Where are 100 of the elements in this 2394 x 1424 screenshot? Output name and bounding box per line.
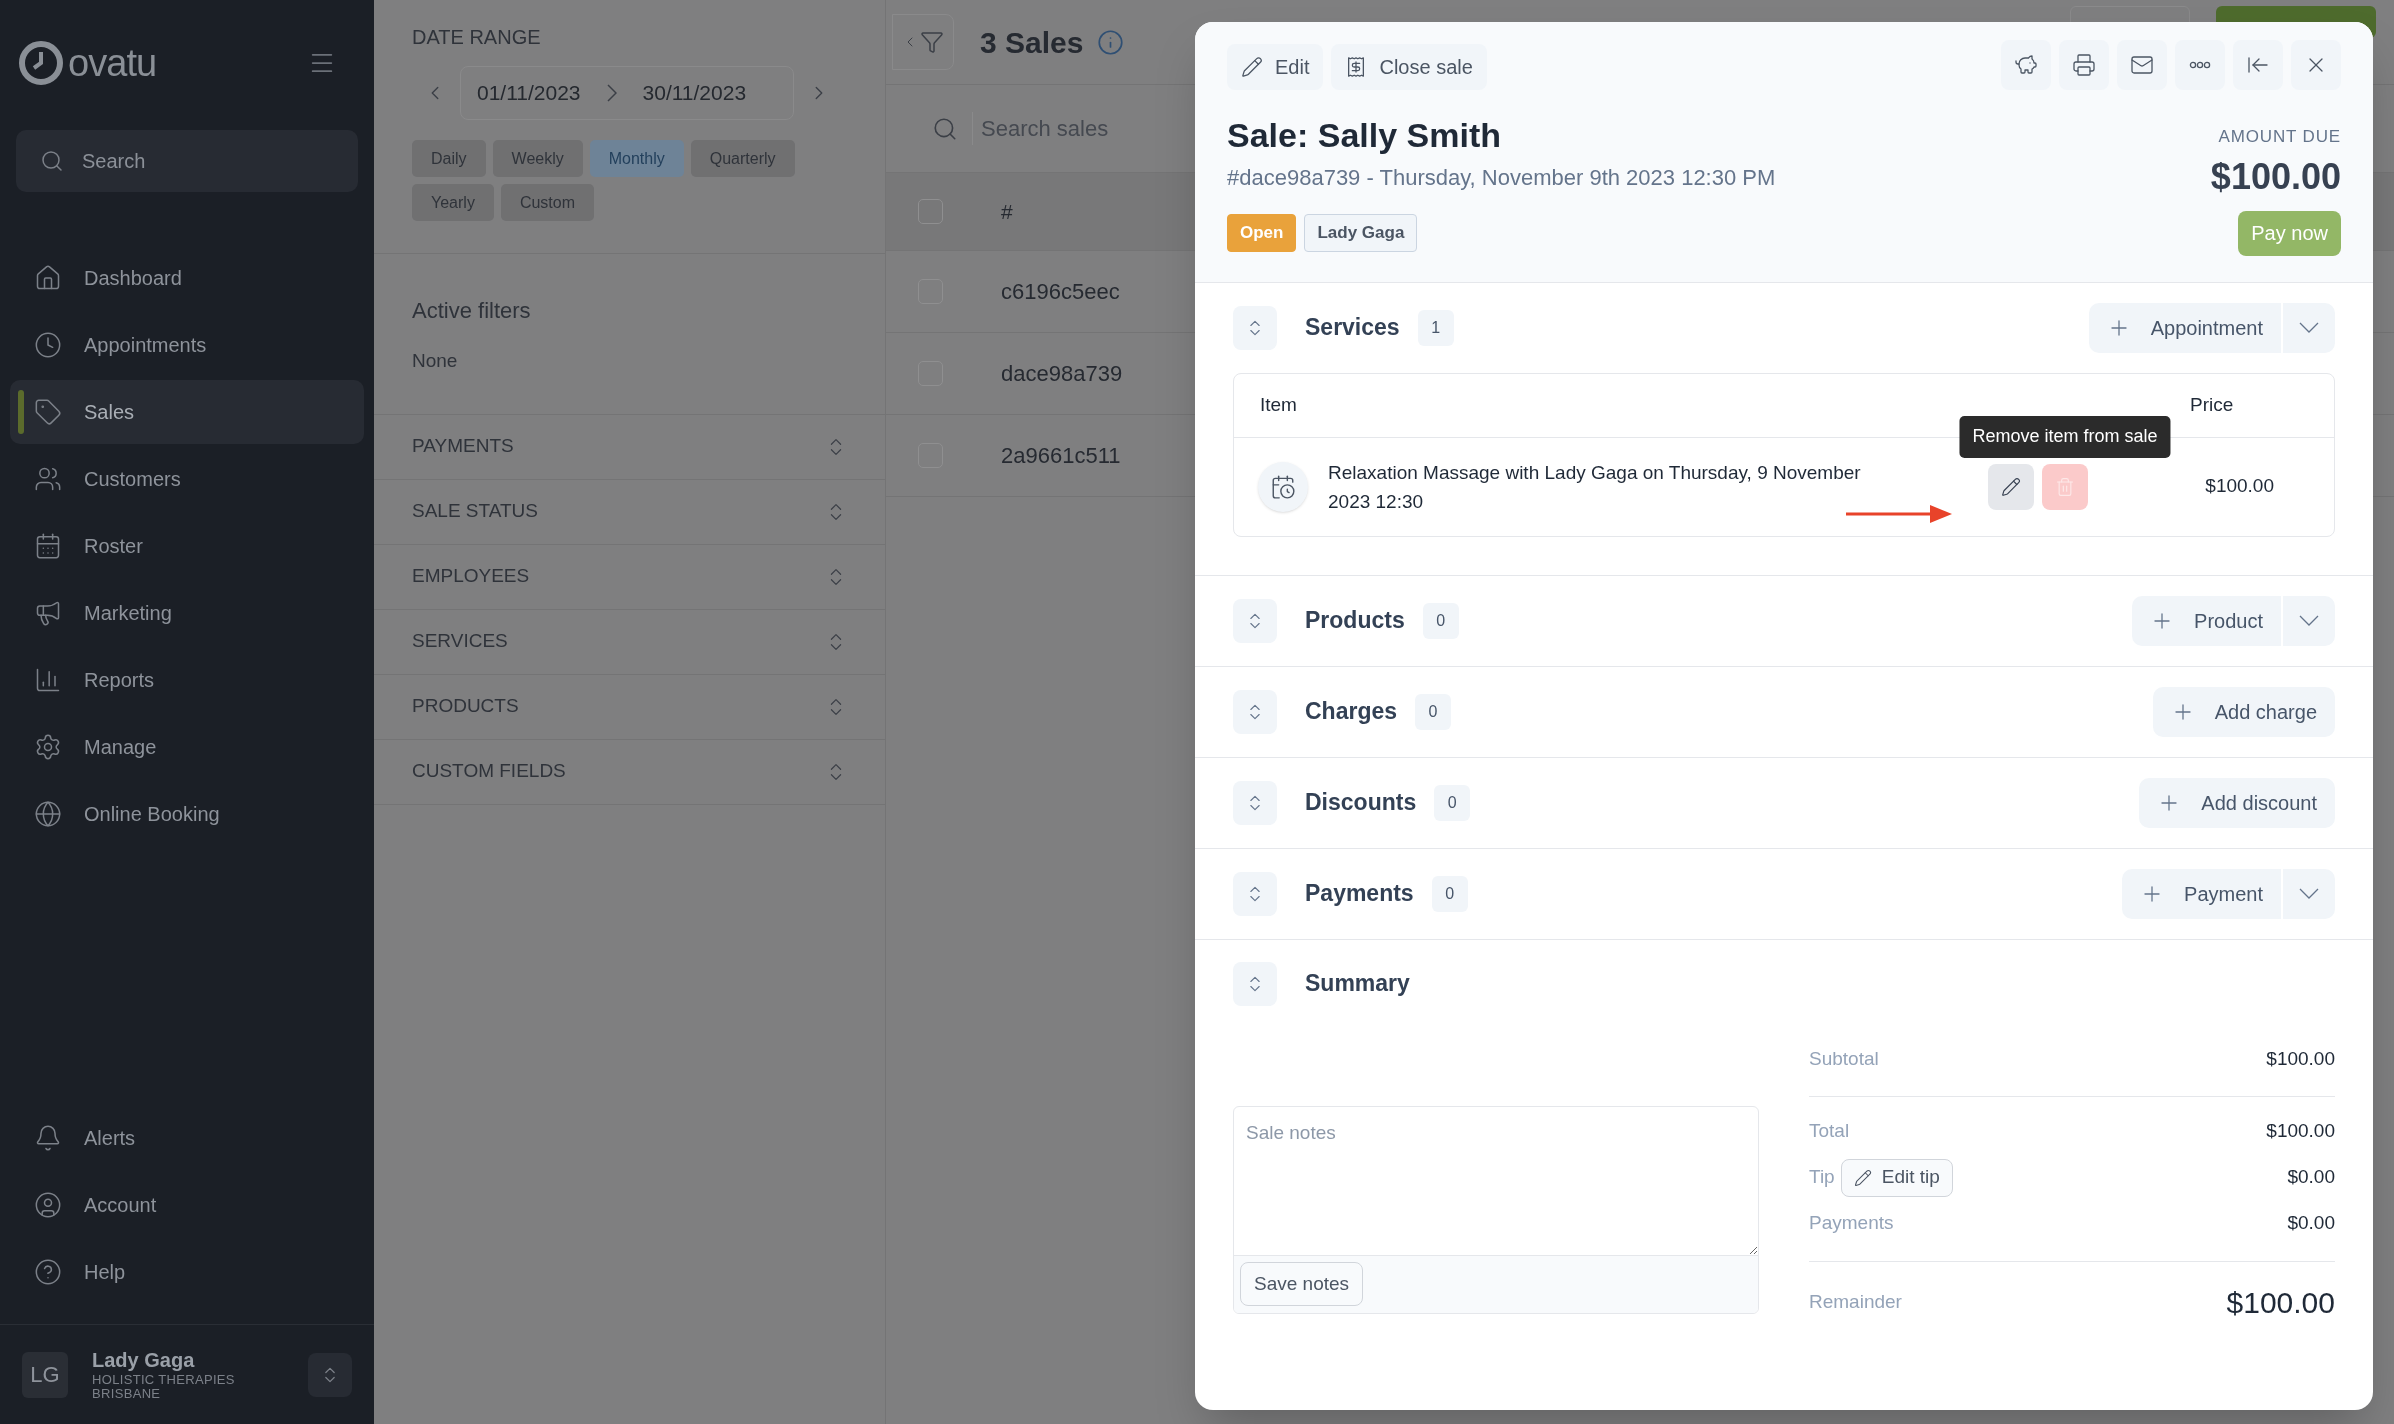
search-icon: [40, 149, 64, 173]
active-filters-heading: Active filters: [412, 297, 532, 325]
amount-due-label: AMOUNT DUE: [2218, 126, 2341, 148]
search-field[interactable]: Search: [16, 130, 358, 192]
section-heading: DATE RANGE: [412, 25, 542, 50]
delete-item-button[interactable]: [2042, 463, 2088, 510]
collapse-button[interactable]: [1233, 689, 1277, 734]
chevron-down-icon: [2299, 322, 2319, 333]
close-button[interactable]: [2291, 40, 2341, 90]
summary-value: $0.00: [2287, 1165, 2335, 1190]
organisation-name: HOLISTIC THERAPIES BRISBANE: [92, 1373, 236, 1401]
mail-icon: [2130, 53, 2154, 77]
search-field[interactable]: Search sales: [972, 112, 1172, 145]
collapse-button[interactable]: [1233, 598, 1277, 643]
users-icon: [34, 465, 62, 493]
item-description: Relaxation Massage with Lady Gaga on Thursday, 9 November 2023 12:30: [1328, 460, 1862, 514]
summary-value: $100.00: [2266, 1119, 2335, 1144]
pencil-icon: [1241, 56, 1263, 78]
collapse-button[interactable]: [1233, 780, 1277, 825]
summary-label: Payments: [1809, 1211, 1894, 1236]
item-price: $100.00: [2205, 474, 2274, 499]
collapse-button[interactable]: [1233, 305, 1277, 350]
chevron-down-icon: [2299, 888, 2319, 899]
home-icon: [34, 264, 62, 292]
filter-section[interactable]: PRODUCTS: [374, 674, 885, 740]
summary-value: $0.00: [2287, 1211, 2335, 1236]
filter-section[interactable]: SERVICES: [374, 609, 885, 675]
filter-icon: [920, 30, 944, 54]
nav-item[interactable]: Online Booking: [10, 782, 364, 846]
section-title: Services: [1305, 313, 1400, 343]
add-button[interactable]: Product: [2132, 595, 2281, 646]
expand-panel-button[interactable]: [2233, 40, 2283, 90]
tag: Open: [1227, 213, 1297, 252]
section-title: Summary: [1305, 969, 1410, 999]
nav-item[interactable]: Alerts: [10, 1106, 364, 1170]
nav-item[interactable]: Account: [10, 1173, 364, 1237]
column-header: #: [1001, 198, 1013, 225]
trash-icon: [2055, 476, 2075, 497]
toolbar-button[interactable]: Close sale: [1331, 44, 1487, 90]
bell-icon: [34, 1124, 62, 1152]
sale-notes-field[interactable]: Sale notes Save notes: [1233, 1105, 1759, 1314]
user-avatar: LG: [22, 1351, 68, 1398]
bar-chart-icon: [34, 666, 62, 694]
piggy-bank-button[interactable]: [2001, 40, 2051, 90]
date-range-field[interactable]: 01/11/2023 30/11/2023: [460, 66, 794, 120]
summary-label: Subtotal: [1809, 1047, 1879, 1072]
summary-label: Tip: [1809, 1165, 1835, 1190]
collapse-button[interactable]: [1233, 871, 1277, 916]
filter-section[interactable]: CUSTOM FIELDS: [374, 739, 885, 805]
chevron-down-icon: [2299, 615, 2319, 626]
nav-item[interactable]: Customers: [10, 447, 364, 511]
filter-section[interactable]: SALE STATUS: [374, 479, 885, 545]
section-title: Discounts: [1305, 788, 1417, 818]
edit-tip-button[interactable]: Edit tip: [1840, 1158, 1953, 1197]
nav-item[interactable]: Help: [10, 1240, 364, 1304]
help-icon: [34, 1258, 62, 1286]
nav-item[interactable]: Roster: [10, 514, 364, 578]
print-button[interactable]: [2059, 40, 2109, 90]
save-notes-button[interactable]: Save notes: [1240, 1262, 1364, 1306]
account-switch-button[interactable]: [308, 1352, 352, 1397]
nav-item[interactable]: Marketing: [10, 581, 364, 645]
add-button[interactable]: Payment: [2122, 868, 2281, 919]
summary-label: Remainder: [1809, 1289, 1902, 1314]
filter-section[interactable]: EMPLOYEES: [374, 544, 885, 610]
sale-subtitle: #dace98a739 - Thursday, November 9th 2023 12:30 PM: [1227, 163, 1776, 192]
remainder-value: $100.00: [2226, 1284, 2335, 1321]
globe-icon: [34, 800, 62, 828]
logo-text: ovatu: [68, 44, 157, 82]
filter-section[interactable]: PAYMENTS: [374, 414, 885, 480]
add-button[interactable]: Add charge: [2152, 686, 2335, 737]
nav-item[interactable]: Manage: [10, 715, 364, 779]
summary-label: Total: [1809, 1119, 1850, 1144]
active-filters-value: None: [412, 349, 459, 373]
nav-item[interactable]: Reports: [10, 648, 364, 712]
chevron-right-icon: [606, 84, 617, 102]
email-button[interactable]: [2117, 40, 2167, 90]
dropdown-button[interactable]: [2283, 595, 2335, 646]
add-button[interactable]: Appointment: [2088, 302, 2281, 353]
calendar-clock-icon: [1270, 473, 1296, 500]
add-button[interactable]: Add discount: [2139, 777, 2335, 828]
nav-item[interactable]: Appointments: [10, 313, 364, 377]
more-icon: [2189, 61, 2211, 69]
tag-icon: [34, 398, 62, 426]
edit-item-button[interactable]: [1988, 463, 2034, 510]
tooltip: Remove item from sale: [1959, 415, 2171, 458]
logo-clock-icon: [18, 40, 64, 86]
dropdown-button[interactable]: [2283, 302, 2335, 353]
nav-item[interactable]: Sales: [10, 380, 364, 444]
sale-title: Sale: Sally Smith: [1227, 115, 1502, 156]
period-button[interactable]: Monthly: [589, 140, 684, 177]
dropdown-button[interactable]: [2283, 868, 2335, 919]
toolbar-button[interactable]: Edit: [1227, 44, 1324, 90]
collapse-button[interactable]: [1233, 961, 1277, 1006]
more-button[interactable]: [2175, 40, 2225, 90]
nav-item[interactable]: Dashboard: [10, 246, 364, 310]
print-icon: [2072, 53, 2096, 77]
summary-value: $100.00: [2266, 1047, 2335, 1072]
pencil-icon: [1853, 1168, 1872, 1187]
filter-toggle-button[interactable]: [892, 14, 954, 70]
info-icon[interactable]: [1097, 28, 1125, 56]
